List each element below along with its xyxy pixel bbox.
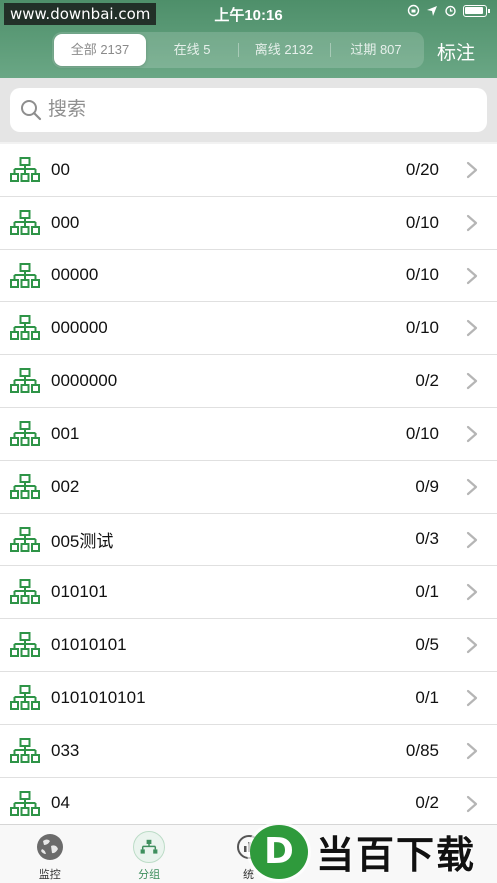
search-box[interactable] — [10, 88, 487, 132]
group-online-count: 0/2 — [415, 793, 439, 813]
brand-logo: D — [250, 824, 308, 879]
group-name: 0101010101 — [51, 687, 146, 707]
mark-button[interactable]: 标注 — [437, 38, 475, 65]
battery-icon — [463, 4, 490, 17]
group-row[interactable]: 010101 0/1 — [0, 566, 497, 620]
group-name: 00000 — [51, 265, 99, 285]
chevron-right-icon — [466, 425, 478, 443]
alarm-icon — [445, 5, 456, 17]
rotation-lock-icon — [407, 4, 420, 17]
globe-icon — [34, 831, 66, 863]
chevron-right-icon — [466, 373, 478, 390]
search-input[interactable] — [48, 99, 468, 121]
segment-all[interactable]: 全部 2137 — [54, 34, 146, 66]
search-icon — [21, 100, 42, 121]
group-online-count: 0/2 — [415, 371, 439, 391]
group-online-count: 0/10 — [405, 318, 439, 338]
group-online-count: 0/85 — [405, 740, 439, 760]
group-name: 002 — [51, 476, 80, 496]
group-online-count: 0/10 — [405, 265, 439, 285]
group-name: 000000 — [51, 318, 108, 338]
org-chart-icon — [10, 579, 40, 605]
chevron-right-icon — [466, 795, 478, 812]
group-name: 005测试 — [51, 531, 114, 551]
group-list: 00 0/20 000 0/10 00000 0/10 000000 0/10 … — [0, 144, 497, 831]
org-chart-icon — [10, 526, 40, 552]
group-name: 01010101 — [51, 635, 127, 655]
group-online-count: 0/20 — [405, 159, 439, 179]
org-chart-icon — [133, 831, 166, 863]
chevron-right-icon — [466, 478, 478, 495]
group-row[interactable]: 002 0/9 — [0, 460, 497, 514]
group-online-count: 0/10 — [405, 423, 439, 443]
tab-label: 分组 — [138, 869, 161, 881]
org-chart-icon — [10, 473, 40, 499]
chevron-right-icon — [466, 584, 478, 601]
org-chart-icon — [10, 315, 40, 341]
status-icons — [407, 4, 490, 17]
org-chart-icon — [10, 368, 40, 394]
group-row[interactable]: 000000 0/10 — [0, 302, 497, 356]
group-name: 0000000 — [51, 371, 118, 391]
group-row[interactable]: 005测试 0/3 — [0, 513, 497, 567]
group-row[interactable]: 01010101 0/5 — [0, 619, 497, 672]
segment-expired[interactable]: 过期 807 — [330, 34, 422, 66]
chevron-right-icon — [466, 161, 478, 179]
group-name: 00 — [51, 159, 70, 179]
brand-watermark: D 当百下载 — [244, 820, 497, 883]
segment-offline[interactable]: 离线 2132 — [238, 34, 330, 66]
group-online-count: 0/10 — [405, 212, 439, 232]
group-name: 04 — [51, 793, 70, 813]
group-online-count: 0/5 — [415, 635, 439, 655]
org-chart-icon — [10, 420, 40, 446]
org-chart-icon — [10, 684, 40, 710]
brand-text: 当百下载 — [316, 833, 477, 877]
brand-logo-letter: D — [264, 831, 294, 872]
group-row[interactable]: 00 0/20 — [0, 144, 497, 197]
group-row[interactable]: 001 0/10 — [0, 407, 497, 461]
tab-monitor[interactable]: 监控 — [0, 825, 99, 883]
location-icon — [427, 5, 437, 16]
org-chart-icon — [10, 790, 40, 816]
org-chart-icon — [10, 157, 40, 182]
group-row[interactable]: 0101010101 0/1 — [0, 671, 497, 725]
segment-online[interactable]: 在线 5 — [146, 34, 238, 66]
tab-groups[interactable]: 分组 — [99, 825, 198, 883]
status-filter-segmented: 全部 2137 在线 5 离线 2132 过期 807 — [52, 32, 424, 68]
group-name: 033 — [51, 740, 80, 760]
search-bar — [0, 78, 497, 142]
group-row[interactable]: 00000 0/10 — [0, 249, 497, 303]
group-online-count: 0/3 — [415, 529, 439, 549]
group-row[interactable]: 000 0/10 — [0, 196, 497, 250]
group-row[interactable]: 0000000 0/2 — [0, 355, 497, 408]
group-row[interactable]: 033 0/85 — [0, 724, 497, 778]
org-chart-icon — [10, 209, 40, 235]
chevron-right-icon — [466, 637, 478, 654]
group-online-count: 0/1 — [415, 582, 439, 602]
org-chart-icon — [10, 737, 40, 763]
chevron-right-icon — [466, 689, 478, 707]
group-name: 000 — [51, 212, 80, 232]
chevron-right-icon — [466, 214, 478, 231]
group-name: 010101 — [51, 582, 108, 602]
tab-label: 监控 — [38, 869, 61, 881]
chevron-right-icon — [466, 531, 478, 548]
group-online-count: 0/9 — [415, 476, 439, 496]
group-name: 001 — [51, 423, 80, 443]
chevron-right-icon — [466, 267, 478, 284]
group-online-count: 0/1 — [415, 687, 439, 707]
top-header: www.downbai.com 上午10:16 全部 2137 在线 5 离线 … — [0, 0, 497, 78]
org-chart-icon — [10, 262, 40, 288]
chevron-right-icon — [466, 742, 478, 759]
org-chart-icon — [10, 632, 40, 658]
chevron-right-icon — [466, 320, 478, 337]
